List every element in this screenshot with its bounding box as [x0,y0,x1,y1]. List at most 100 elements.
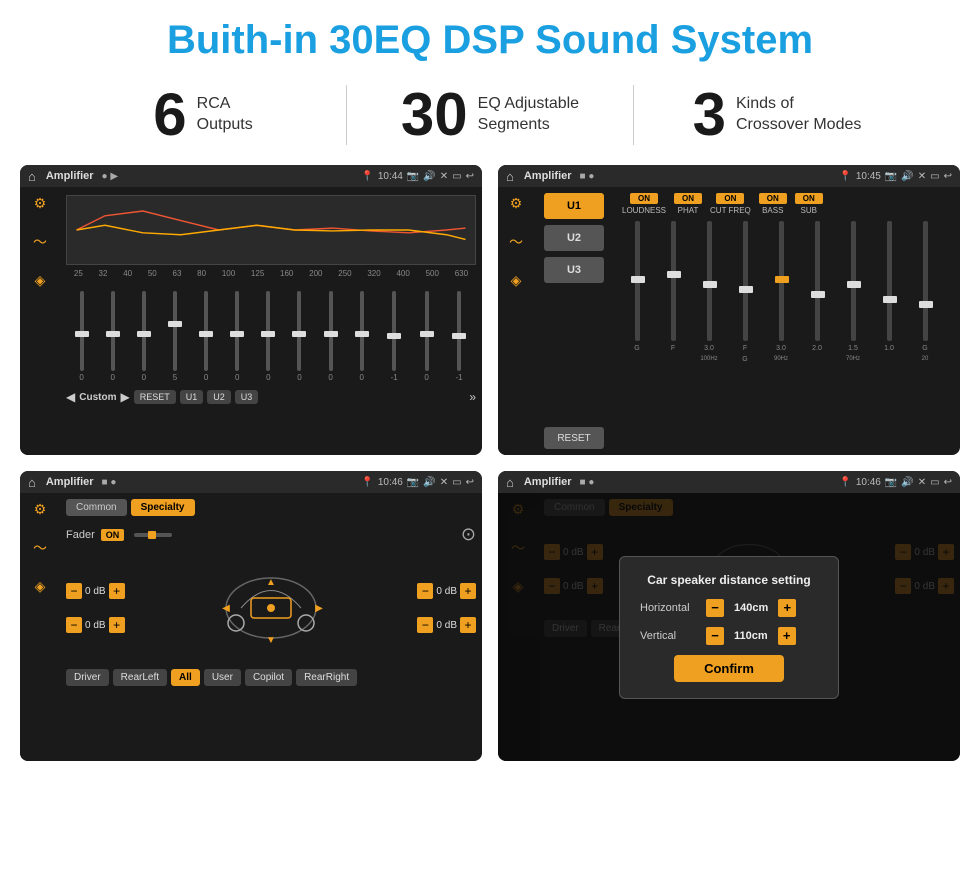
eq-sliders-row: 0 0 0 5 0 0 0 0 0 0 -1 0 -1 [66,282,476,382]
status-bar-4: ⌂ Amplifier ■ ● 📍 10:46 📷 🔊 ✕ ▭ ↩ [498,471,960,493]
amp-slider-8: G 20 [910,221,940,381]
page-title: Buith-in 30EQ DSP Sound System [0,0,980,77]
eq-slider-6: 0 [266,291,270,382]
eq-slider-5: 0 [235,291,239,382]
u1-amp-btn[interactable]: U1 [544,193,604,219]
fader-label: Fader [66,529,95,541]
amp-slider-7: 1.0 [874,221,904,381]
dialog-vertical-plus[interactable]: + [778,627,796,645]
home-icon-3[interactable]: ⌂ [28,475,36,490]
screen1-body: ⚙ 〜 ◈ 2532405063801001251602002503204005… [20,187,482,455]
home-icon-4[interactable]: ⌂ [506,475,514,490]
stat-eq: 30 EQ AdjustableSegments [347,85,633,145]
stat-eq-text: EQ AdjustableSegments [478,94,579,136]
close-icon-1[interactable]: ✕ [440,171,448,182]
reset-btn[interactable]: RESET [134,390,176,404]
dialog-horizontal-label: Horizontal [640,602,700,614]
eq-controls: ◀ Custom ▶ RESET U1 U2 U3 » [66,390,476,404]
speaker-icon[interactable]: ◈ [35,272,46,289]
screen2-body: ⚙ 〜 ◈ U1 U2 U3 RESET ON LOUDNESS ON [498,187,960,455]
dialog-horizontal-plus[interactable]: + [778,599,796,617]
stat-rca-number: 6 [153,85,186,145]
eq-icon-2[interactable]: ⚙ [510,195,523,212]
tab-row-3: Common Specialty [66,499,476,516]
screen-dialog: ⌂ Amplifier ■ ● 📍 10:46 📷 🔊 ✕ ▭ ↩ ⚙ 〜 ◈ [498,471,960,761]
db-plus-0[interactable]: + [109,583,125,599]
camera-icon-1: 📷 [407,171,419,182]
preset-label: Custom [79,392,116,403]
screens-grid: ⌂ Amplifier ● ▶ 📍 10:44 📷 🔊 ✕ ▭ ↩ ⚙ 〜 ◈ [0,161,980,771]
settings-icon-3[interactable]: ⊙ [461,524,476,545]
tab-specialty-3[interactable]: Specialty [131,499,195,516]
fader-on-badge[interactable]: ON [101,529,125,541]
db-minus-0[interactable]: − [66,583,82,599]
home-icon-1[interactable]: ⌂ [28,169,36,184]
svg-text:▼: ▼ [266,635,276,646]
minimize-icon-1[interactable]: ▭ [452,171,461,182]
speaker-icon-2[interactable]: ◈ [511,272,522,289]
location-icon-1: 📍 [361,171,373,182]
wave-icon-3[interactable]: 〜 [33,538,47,558]
svg-text:▶: ▶ [315,603,323,614]
eq-slider-0: 0 [79,291,83,382]
home-icon-2[interactable]: ⌂ [506,169,514,184]
u1-btn[interactable]: U1 [180,390,204,404]
db-val-3: 0 dB [436,620,457,631]
u3-amp-btn[interactable]: U3 [544,257,604,283]
bottom-btns-3: Driver RearLeft All User Copilot RearRig… [66,669,476,686]
balance-icon-3[interactable]: ◈ [35,578,46,595]
stat-eq-number: 30 [401,85,468,145]
confirm-button[interactable]: Confirm [674,655,784,682]
driver-btn-3[interactable]: Driver [66,669,109,686]
status-right-4: 📍 10:46 📷 🔊 ✕ ▭ ↩ [839,477,952,488]
eq-slider-3: 5 [173,291,177,382]
dialog-horizontal-minus[interactable]: − [706,599,724,617]
db-row-0: − 0 dB + [66,583,125,599]
status-dots-2: ■ ● [580,171,595,182]
screen-amp: ⌂ Amplifier ■ ● 📍 10:45 📷 🔊 ✕ ▭ ↩ ⚙ 〜 ◈ … [498,165,960,455]
eq-curve-svg [67,196,475,264]
fader-slider-icon [134,528,174,542]
dialog-vertical-minus[interactable]: − [706,627,724,645]
copilot-btn-3[interactable]: Copilot [245,669,292,686]
db-plus-3[interactable]: + [460,617,476,633]
eq-icon-3[interactable]: ⚙ [34,501,47,518]
tab-common-3[interactable]: Common [66,499,127,516]
amp-slider-0: G [622,221,652,381]
eq-labels: 253240506380100125160200250320400500630 [66,269,476,278]
user-btn-3[interactable]: User [204,669,241,686]
amp-slider-6: 1.5 70Hz [838,221,868,381]
db-minus-3[interactable]: − [417,617,433,633]
stat-crossover-number: 3 [693,85,726,145]
eq-slider-10: -1 [391,291,398,382]
eq-slider-4: 0 [204,291,208,382]
wave-icon-2[interactable]: 〜 [509,232,523,252]
eq-graph [66,195,476,265]
all-btn-3[interactable]: All [171,669,200,686]
eq-icon[interactable]: ⚙ [34,195,47,212]
rearleft-btn-3[interactable]: RearLeft [113,669,167,686]
db-plus-1[interactable]: + [109,617,125,633]
amp-slider-3: F G [730,221,760,381]
db-row-2: − 0 dB + [417,583,476,599]
stat-rca: 6 RCAOutputs [60,85,346,145]
next-btn[interactable]: ▶ [120,390,129,404]
db-minus-2[interactable]: − [417,583,433,599]
stats-row: 6 RCAOutputs 30 EQ AdjustableSegments 3 … [0,77,980,161]
u3-btn[interactable]: U3 [235,390,259,404]
wave-icon[interactable]: 〜 [33,232,47,252]
u2-btn[interactable]: U2 [207,390,231,404]
db-plus-2[interactable]: + [460,583,476,599]
screen3-body: ⚙ 〜 ◈ Common Specialty Fader ON ⊙ [20,493,482,761]
back-icon-1[interactable]: ↩ [466,171,474,182]
car-diagram-wrap: ▲ ▼ ◀ ▶ [133,553,410,663]
db-minus-1[interactable]: − [66,617,82,633]
svg-text:▲: ▲ [266,577,276,588]
prev-btn[interactable]: ◀ [66,390,75,404]
expand-icon[interactable]: » [469,390,476,404]
dialog-box: Car speaker distance setting Horizontal … [619,556,839,699]
rearright-btn-3[interactable]: RearRight [296,669,357,686]
reset-amp-btn[interactable]: RESET [544,427,604,449]
eq-slider-7: 0 [297,291,301,382]
u2-amp-btn[interactable]: U2 [544,225,604,251]
